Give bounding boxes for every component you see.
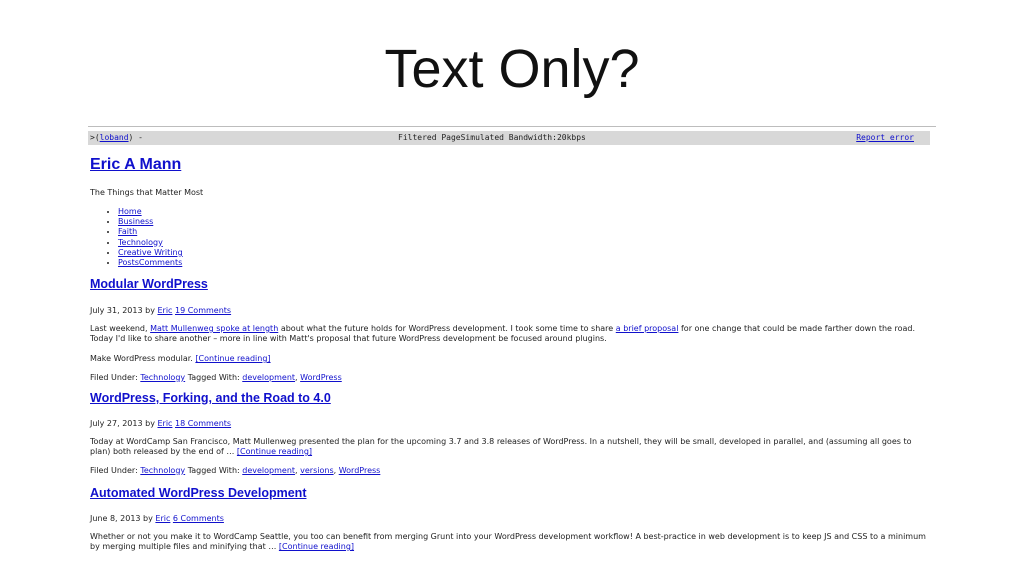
nav-link-home[interactable]: Home (118, 207, 142, 216)
excerpt-text: Today at WordCamp San Francisco, Matt Mu… (90, 437, 912, 456)
continue-reading-link[interactable]: [Continue reading] (237, 447, 312, 456)
nav-link-business[interactable]: Business (118, 217, 153, 226)
main-nav: Home Business Faith Technology Creative … (106, 207, 183, 268)
excerpt-link-spoke[interactable]: Matt Mullenweg spoke at length (150, 324, 278, 333)
nav-item-technology: Technology (118, 238, 183, 248)
blog-tagline: The Things that Matter Most (90, 188, 204, 197)
post-filed: Filed Under: Technology Tagged With: dev… (90, 373, 342, 382)
tag-link[interactable]: development (242, 466, 295, 475)
continue-reading-link[interactable]: [Continue reading] (195, 354, 270, 363)
category-link[interactable]: Technology (140, 373, 185, 382)
post-comments-link[interactable]: 6 Comments (173, 514, 224, 523)
post-date: July 27, 2013 (90, 419, 143, 428)
tag-link[interactable]: WordPress (300, 373, 342, 382)
excerpt-text: Last weekend, (90, 324, 148, 333)
loband-status: Filtered PageSimulated Bandwidth:20kbps (398, 133, 586, 142)
loband-link[interactable]: loband (100, 133, 129, 142)
excerpt-text: Whether or not you make it to WordCamp S… (90, 532, 926, 551)
post-author-link[interactable]: Eric (157, 419, 172, 428)
post-title-link[interactable]: Modular WordPress (90, 278, 208, 291)
nav-item-creative-writing: Creative Writing (118, 248, 183, 258)
divider-line (88, 126, 936, 127)
post-by: by (143, 514, 153, 523)
post-excerpt: Whether or not you make it to WordCamp S… (90, 532, 930, 552)
post-excerpt: Today at WordCamp San Francisco, Matt Mu… (90, 437, 930, 457)
post-meta: June 8, 2013 by Eric 6 Comments (90, 514, 224, 524)
post-wordpress-forking: WordPress, Forking, and the Road to 4.0 … (90, 392, 930, 483)
post-author-link[interactable]: Eric (157, 306, 172, 315)
tag-link[interactable]: development (242, 373, 295, 382)
post-excerpt: Last weekend, Matt Mullenweg spoke at le… (90, 324, 930, 344)
filed-label: Filed Under: (90, 373, 138, 382)
tagged-label: Tagged With: (187, 373, 240, 382)
post-by: by (145, 306, 155, 315)
tagged-label: Tagged With: (187, 466, 240, 475)
tag-link[interactable]: WordPress (339, 466, 381, 475)
post-title-link[interactable]: Automated WordPress Development (90, 487, 306, 500)
loband-screenshot: >(loband) - Filtered PageSimulated Bandw… (88, 126, 936, 576)
loband-label: >(loband) - (90, 131, 143, 145)
nav-link-posts-comments[interactable]: PostsComments (118, 258, 182, 267)
tag-link[interactable]: versions (300, 466, 333, 475)
post-meta: July 27, 2013 by Eric 18 Comments (90, 419, 231, 429)
nav-item-home: Home (118, 207, 183, 217)
post-filed: Filed Under: Technology Tagged With: dev… (90, 466, 381, 475)
post-date: July 31, 2013 (90, 306, 143, 315)
post-meta: July 31, 2013 by Eric 19 Comments (90, 306, 231, 316)
report-error-link[interactable]: Report error (856, 131, 914, 145)
filed-label: Filed Under: (90, 466, 138, 475)
excerpt-text: about what the future holds for WordPres… (280, 324, 614, 333)
post-comments-link[interactable]: 18 Comments (175, 419, 231, 428)
post-comments-link[interactable]: 19 Comments (175, 306, 231, 315)
continue-reading-link[interactable]: [Continue reading] (279, 542, 354, 551)
extra-text: Make WordPress modular. (90, 354, 193, 363)
post-extra: Make WordPress modular. [Continue readin… (90, 354, 271, 364)
post-by: by (145, 419, 155, 428)
slide-title: Text Only? (384, 39, 640, 99)
blog-title-link[interactable]: Eric A Mann (90, 156, 181, 174)
nav-item-posts-comments: PostsComments (118, 258, 183, 268)
loband-prefix: >( (90, 133, 100, 142)
post-date: June 8, 2013 (90, 514, 141, 523)
loband-toolbar: >(loband) - Filtered PageSimulated Bandw… (88, 131, 930, 145)
post-automated-wordpress: Automated WordPress Development June 8, … (90, 487, 930, 576)
nav-item-faith: Faith (118, 227, 183, 237)
post-title-link[interactable]: WordPress, Forking, and the Road to 4.0 (90, 392, 331, 405)
loband-suffix: ) - (128, 133, 143, 142)
nav-link-creative-writing[interactable]: Creative Writing (118, 248, 183, 257)
nav-link-technology[interactable]: Technology (118, 238, 163, 247)
post-author-link[interactable]: Eric (155, 514, 170, 523)
post-modular-wordpress: Modular WordPress July 31, 2013 by Eric … (90, 278, 930, 389)
nav-link-faith[interactable]: Faith (118, 227, 137, 236)
nav-item-business: Business (118, 217, 183, 227)
category-link[interactable]: Technology (140, 466, 185, 475)
excerpt-link-proposal[interactable]: a brief proposal (616, 324, 679, 333)
